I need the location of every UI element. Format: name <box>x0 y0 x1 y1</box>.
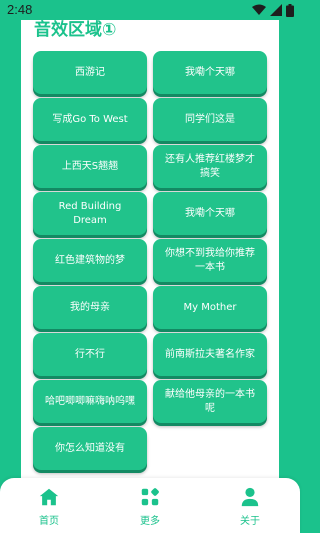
sound-button[interactable]: 前南斯拉夫著名作家 <box>153 333 267 376</box>
sound-button[interactable]: 你怎么知道没有 <box>33 427 147 470</box>
battery-icon <box>286 3 294 17</box>
sound-button[interactable]: Red Building Dream <box>33 192 147 235</box>
person-icon <box>241 487 259 507</box>
nav-label-about: 关于 <box>240 516 260 527</box>
sound-button[interactable]: 献给他母亲的一本书呢 <box>153 380 267 423</box>
wifi-icon <box>252 4 266 15</box>
sound-button[interactable]: 行不行 <box>33 333 147 376</box>
signal-icon <box>270 4 282 16</box>
nav-item-more[interactable]: 更多 <box>120 484 180 530</box>
sound-button[interactable]: My Mother <box>153 286 267 329</box>
sound-button[interactable]: 我的母亲 <box>33 286 147 329</box>
status-time: 2:48 <box>7 2 33 17</box>
sound-button[interactable]: 同学们这是 <box>153 98 267 141</box>
sound-button[interactable]: 你想不到我给你推荐一本书 <box>153 239 267 282</box>
sound-button[interactable]: 我嘞个天哪 <box>153 192 267 235</box>
status-icons <box>252 3 294 17</box>
sound-button[interactable]: 哈吧唧唧嘛嗨呐呜嘿 <box>33 380 147 423</box>
sound-button[interactable]: 还有人推荐红楼梦才搞笑 <box>153 145 267 188</box>
sound-button[interactable]: 上西天S翘翘 <box>33 145 147 188</box>
nav-label-home: 首页 <box>39 516 59 527</box>
sound-button[interactable]: 西游记 <box>33 51 147 94</box>
nav-item-about[interactable]: 关于 <box>220 484 280 530</box>
nav-label-more: 更多 <box>140 516 160 527</box>
nav-item-home[interactable]: 首页 <box>19 484 79 530</box>
section-title: 音效区域① <box>34 20 117 40</box>
sound-button[interactable]: 我嘞个天哪 <box>153 51 267 94</box>
home-icon <box>39 488 59 506</box>
bottom-nav: 首页 更多 关于 <box>0 478 300 533</box>
sound-button[interactable]: 红色建筑物的梦 <box>33 239 147 282</box>
sound-button[interactable]: 写成Go To West <box>33 98 147 141</box>
apps-icon <box>141 488 159 506</box>
